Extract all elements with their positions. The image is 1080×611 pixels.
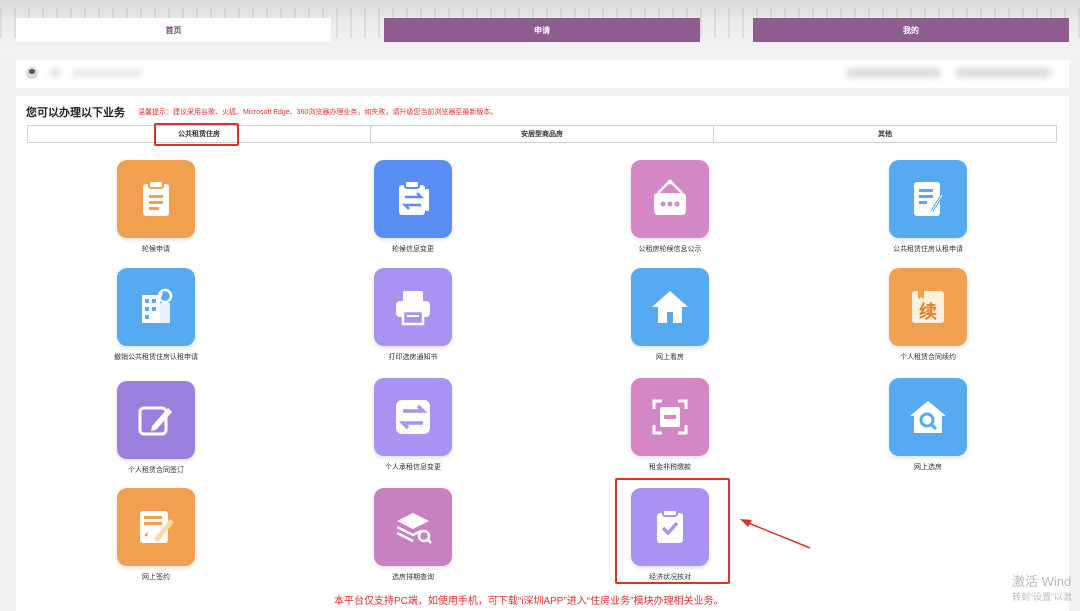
tile-icon-bg bbox=[374, 378, 452, 456]
house-icon bbox=[652, 291, 688, 323]
footer-note: 本平台仅支持PC端，如使用手机，可下载“i深圳APP”进入“住房业务”模块办理相… bbox=[334, 596, 724, 607]
tile-label: 租金非税缴款 bbox=[649, 464, 691, 471]
tile-rental-apply[interactable]: 公共租赁住房认租申请 bbox=[828, 160, 1028, 254]
scan-minus-icon bbox=[652, 399, 688, 435]
nav-tab-apply[interactable]: 申请 bbox=[384, 18, 700, 42]
tab-highlight-box bbox=[154, 123, 239, 146]
tile-label: 网上选房 bbox=[914, 464, 942, 471]
building-undo-icon bbox=[142, 288, 173, 323]
tile-online-viewing[interactable]: 网上看房 bbox=[570, 268, 770, 362]
hanging-sign-icon bbox=[654, 179, 686, 215]
renew-book-icon: 续 bbox=[912, 291, 944, 323]
document-edit-icon bbox=[914, 182, 944, 216]
tile-label: 轮候申请 bbox=[142, 246, 170, 253]
tile-online-selection[interactable]: 网上选房 bbox=[828, 378, 1028, 472]
tile-online-signing[interactable]: 网上签约 bbox=[56, 488, 256, 582]
tile-label: 撤销公共租赁住房认租申请 bbox=[114, 354, 198, 361]
windows-activation-watermark: 激活 Wind bbox=[1012, 574, 1072, 589]
tab-other[interactable]: 其他 bbox=[713, 126, 1056, 142]
tile-schedule-query[interactable]: 选房排期查询 bbox=[313, 488, 513, 582]
tile-icon-bg bbox=[374, 268, 452, 346]
svg-text:续: 续 bbox=[919, 301, 937, 323]
house-search-icon bbox=[910, 401, 946, 433]
tile-cancel-rental-apply[interactable]: 撤销公共租赁住房认租申请 bbox=[56, 268, 256, 362]
tile-queue-publicity[interactable]: 公租房轮候信息公示 bbox=[570, 160, 770, 254]
layers-search-icon bbox=[396, 513, 432, 544]
tile-label: 网上签约 bbox=[142, 574, 170, 581]
printer-icon bbox=[396, 291, 430, 326]
clipboard-list-icon bbox=[143, 180, 169, 216]
tile-rent-payment[interactable]: 租金非税缴款 bbox=[570, 378, 770, 472]
tile-icon-bg bbox=[374, 160, 452, 238]
nav-tab-mine[interactable]: 我的 bbox=[753, 18, 1069, 42]
tile-icon-bg bbox=[889, 378, 967, 456]
tile-label: 公租房轮候信息公示 bbox=[638, 246, 702, 253]
clipboard-swap-icon bbox=[399, 180, 429, 215]
blurred-username-2 bbox=[72, 69, 142, 77]
tile-icon-bg bbox=[374, 488, 452, 566]
blurred-username bbox=[50, 69, 60, 77]
tile-icon-bg bbox=[889, 160, 967, 238]
tile-icon-bg bbox=[117, 160, 195, 238]
tab-affordable-housing[interactable]: 安居型商品房 bbox=[370, 126, 713, 142]
windows-activation-hint: 转到“设置”以激 bbox=[1012, 592, 1072, 602]
nav-tab-home[interactable]: 首页 bbox=[16, 18, 331, 42]
tile-icon-bg bbox=[117, 268, 195, 346]
tile-label: 个人租赁合同续约 bbox=[900, 354, 956, 361]
user-bar bbox=[16, 60, 1069, 88]
edit-square-icon bbox=[138, 406, 172, 436]
tile-print-notice[interactable]: 打印选房通知书 bbox=[313, 268, 513, 362]
red-arrow-icon bbox=[740, 519, 811, 549]
tile-icon-bg bbox=[631, 378, 709, 456]
tile-label: 公共租赁住房认租申请 bbox=[893, 246, 963, 253]
tile-icon-bg bbox=[631, 268, 709, 346]
tile-contract-renewal[interactable]: 续 个人租赁合同续约 bbox=[828, 268, 1028, 362]
tile-queue-info-change[interactable]: 轮候信息变更 bbox=[313, 160, 513, 254]
tile-label: 打印选房通知书 bbox=[388, 354, 438, 361]
tile-queue-apply[interactable]: 轮候申请 bbox=[56, 160, 256, 254]
contract-sign-icon bbox=[140, 511, 174, 543]
highlight-box-economic-check bbox=[615, 478, 730, 584]
swap-arrows-icon bbox=[396, 400, 430, 434]
tile-label: 网上看房 bbox=[656, 354, 684, 361]
tile-icon-bg bbox=[117, 381, 195, 459]
tile-label: 个人租赁合同签订 bbox=[128, 467, 184, 474]
tile-label: 选房排期查询 bbox=[392, 574, 434, 581]
tile-contract-signing[interactable]: 个人租赁合同签订 bbox=[56, 381, 256, 475]
avatar[interactable] bbox=[26, 67, 38, 79]
tile-tenant-info-change[interactable]: 个人承租信息变更 bbox=[313, 378, 513, 472]
blurred-info-1 bbox=[846, 68, 941, 78]
tile-icon-bg bbox=[117, 488, 195, 566]
blurred-info-2 bbox=[956, 68, 1051, 78]
page-title: 您可以办理以下业务 bbox=[26, 107, 125, 119]
browser-hint: 温馨提示：建议采用谷歌、火狐、Microsoft Edge、360浏览器办理业务… bbox=[138, 109, 498, 116]
tile-icon-bg bbox=[631, 160, 709, 238]
tile-label: 轮候信息变更 bbox=[392, 246, 434, 253]
tile-icon-bg: 续 bbox=[889, 268, 967, 346]
tile-label: 个人承租信息变更 bbox=[385, 464, 441, 471]
